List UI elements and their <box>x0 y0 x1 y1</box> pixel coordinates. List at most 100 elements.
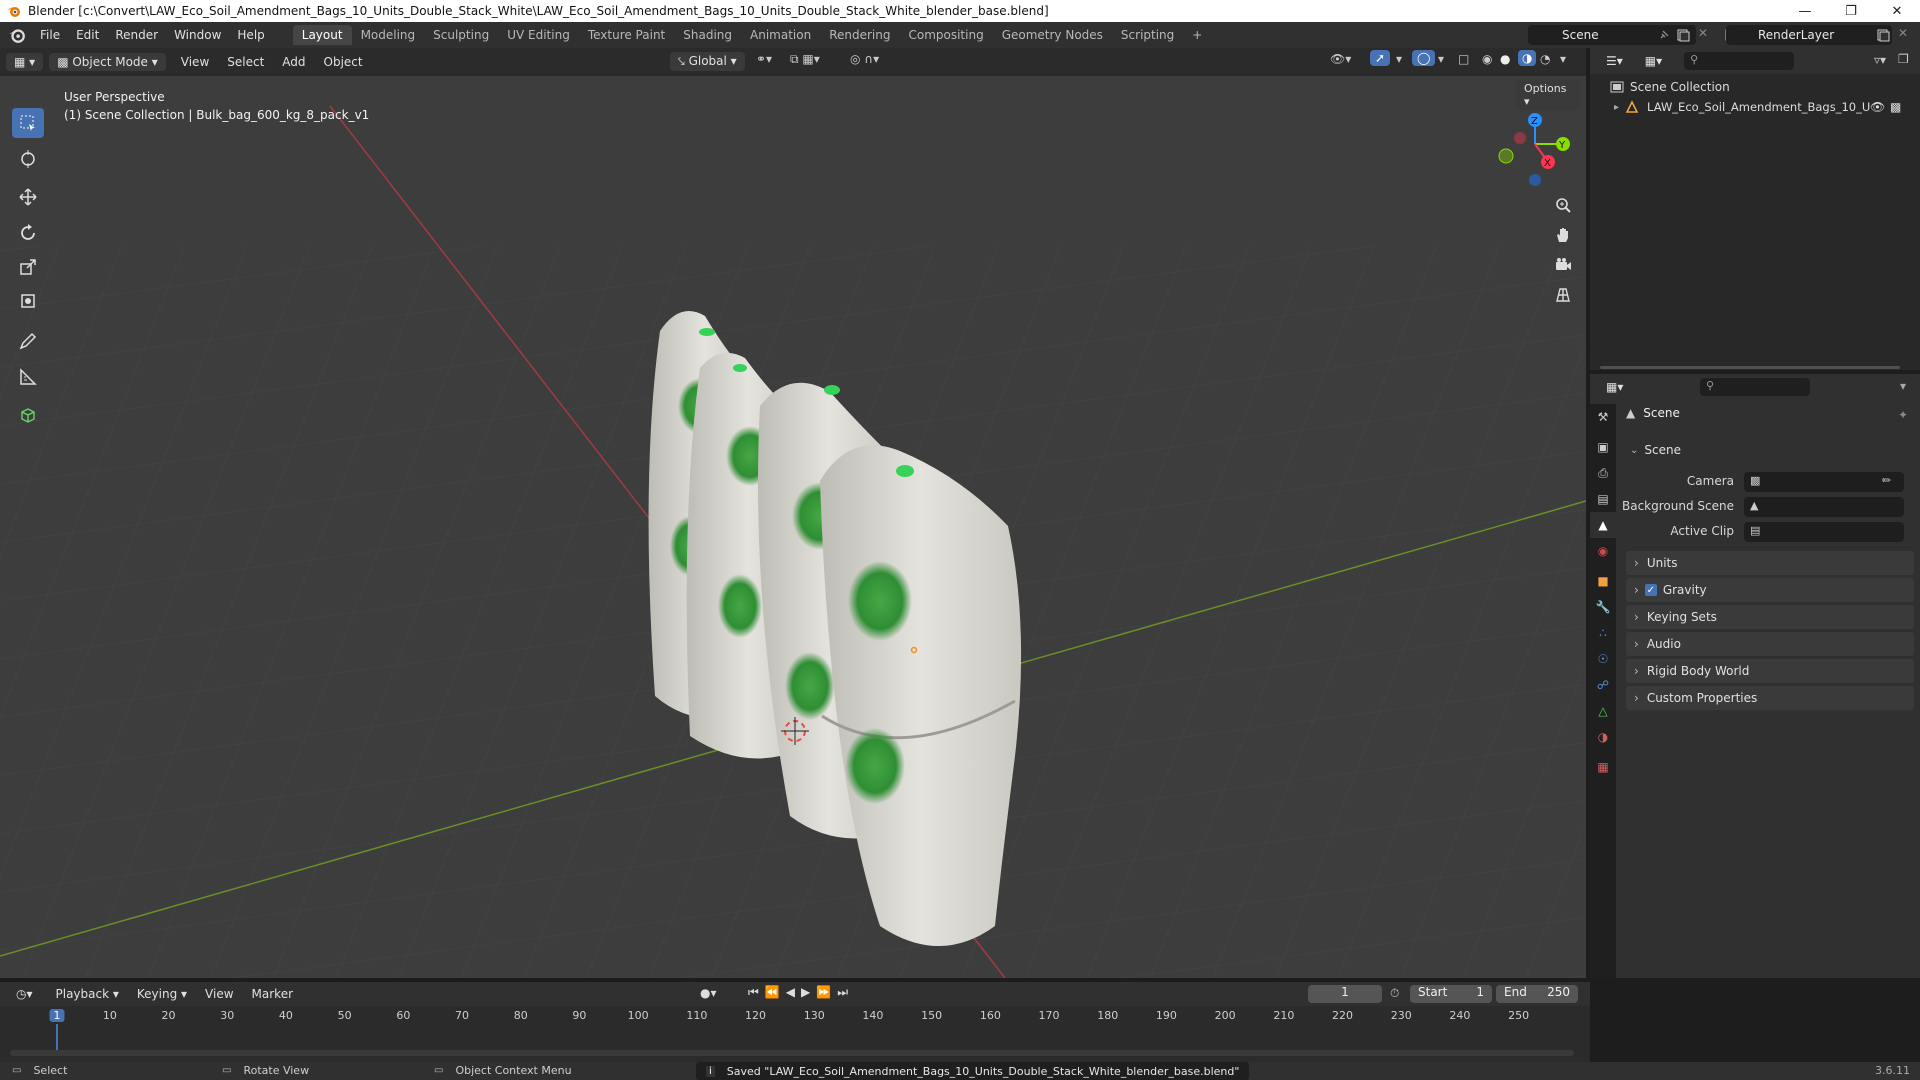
pin-icon[interactable] <box>1658 29 1670 41</box>
annotate-tool[interactable] <box>12 326 44 356</box>
world-tab-icon[interactable]: ◉ <box>1590 538 1616 564</box>
transform-tool[interactable] <box>12 286 44 316</box>
tab-modeling[interactable]: Modeling <box>352 25 425 45</box>
menu-keying[interactable]: Keying ▾ <box>128 987 196 1001</box>
menu-playback[interactable]: Playback ▾ <box>47 987 128 1001</box>
perspective-toggle-button[interactable] <box>1550 282 1576 308</box>
next-keyframe-icon[interactable]: ⏩ <box>816 985 837 999</box>
tab-scripting[interactable]: Scripting <box>1112 25 1183 45</box>
menu-select[interactable]: Select <box>218 55 273 69</box>
tab-geometry-nodes[interactable]: Geometry Nodes <box>993 25 1112 45</box>
menu-add[interactable]: Add <box>273 55 314 69</box>
units-panel-header[interactable]: › Units <box>1626 551 1914 575</box>
gravity-panel-header[interactable]: › ✓ Gravity <box>1626 578 1914 602</box>
eye-visibility-icon[interactable]: 👁 <box>1870 100 1885 114</box>
active-clip-field[interactable]: ▤ <box>1744 522 1904 542</box>
pin-icon[interactable]: ✦ <box>1898 408 1908 422</box>
restore-icon[interactable]: ❐ <box>1828 0 1874 22</box>
add-cube-tool[interactable] <box>12 400 44 430</box>
rigid-body-world-panel-header[interactable]: › Rigid Body World <box>1626 659 1914 683</box>
blender-menu-icon[interactable] <box>8 26 26 44</box>
measure-tool[interactable] <box>12 362 44 392</box>
camera-field[interactable]: ▩ ✏ <box>1744 472 1904 492</box>
menu-object[interactable]: Object <box>315 55 372 69</box>
scene-tab-icon[interactable]: ▲ <box>1590 512 1616 538</box>
proportional-edit-icon[interactable]: ◎ ∩▾ <box>850 52 879 66</box>
menu-timeline-view[interactable]: View <box>196 987 242 1001</box>
outliner-editor-type-icon[interactable]: ☰▾ <box>1598 52 1631 70</box>
delete-scene-icon[interactable]: ✕ <box>1698 26 1708 40</box>
end-frame-field[interactable]: End 250 <box>1496 985 1578 1003</box>
stopwatch-icon[interactable]: ⏱ <box>1390 986 1399 1001</box>
camera-view-button[interactable] <box>1550 252 1576 278</box>
gravity-checkbox[interactable]: ✓ <box>1644 584 1657 596</box>
display-mode-icon[interactable]: ▦▾ <box>1637 52 1670 70</box>
tab-layout[interactable]: Layout <box>292 25 352 45</box>
overlays-toggle-icon[interactable]: ◯ <box>1412 50 1436 66</box>
scale-tool[interactable] <box>12 252 44 282</box>
menu-marker[interactable]: Marker <box>243 987 302 1001</box>
menu-window[interactable]: Window <box>166 28 229 42</box>
rendered-shading-icon[interactable]: ◔ <box>1540 52 1550 66</box>
tool-tab-icon[interactable]: ⚒ <box>1590 404 1616 430</box>
expand-arrow-icon[interactable]: ▸ <box>1614 102 1619 113</box>
data-tab-icon[interactable]: △ <box>1590 698 1616 724</box>
menu-help[interactable]: Help <box>229 28 272 42</box>
remove-view-layer-icon[interactable]: ✕ <box>1898 26 1908 40</box>
prev-keyframe-icon[interactable]: ⏪ <box>765 985 786 999</box>
play-reverse-icon[interactable]: ◀ <box>786 985 801 999</box>
tab-sculpting[interactable]: Sculpting <box>424 25 498 45</box>
material-tab-icon[interactable]: ◑ <box>1590 724 1616 750</box>
menu-render[interactable]: Render <box>107 28 166 42</box>
transform-orientation-dropdown[interactable]: ⤥ Global ▾ <box>670 52 745 71</box>
properties-search-input[interactable]: ⚲ <box>1700 378 1810 396</box>
modifier-tab-icon[interactable]: 🔧 <box>1590 594 1616 620</box>
play-icon[interactable]: ▶ <box>801 985 816 999</box>
mode-dropdown[interactable]: ▩ Object Mode ▾ <box>49 53 166 71</box>
physics-tab-icon[interactable]: ☉ <box>1590 646 1616 672</box>
gizmo-toggle-icon[interactable]: ➚ <box>1370 50 1391 66</box>
wireframe-shading-icon[interactable]: ◉ <box>1482 52 1492 66</box>
start-frame-field[interactable]: Start 1 <box>1410 985 1492 1003</box>
editor-type-dropdown[interactable]: ▦ ▾ <box>6 53 44 71</box>
constraints-tab-icon[interactable]: ☍ <box>1590 672 1616 698</box>
options-dropdown[interactable]: Options ▾ <box>1516 80 1580 110</box>
status-report-message[interactable]: i Saved "LAW_Eco_Soil_Amendment_Bags_10_… <box>696 1062 1250 1080</box>
shading-dropdown-icon[interactable]: ▾ <box>1560 52 1566 66</box>
particles-tab-icon[interactable]: ∴ <box>1590 620 1616 646</box>
render-layer-field[interactable]: RenderLayer <box>1726 25 1892 45</box>
scene-name-field[interactable]: Scene <box>1528 25 1696 45</box>
tab-uv-editing[interactable]: UV Editing <box>498 25 579 45</box>
add-workspace-button[interactable]: + <box>1183 25 1211 45</box>
render-camera-icon[interactable]: ▩ <box>1890 100 1901 114</box>
timeline-ruler[interactable]: 1 10 20 30 40 50 60 70 80 90 100 110 120 130 140 150 160… <box>0 1006 1590 1054</box>
outliner-scrollbar[interactable] <box>1600 366 1900 369</box>
texture-tab-icon[interactable]: ▦ <box>1590 754 1616 780</box>
close-icon[interactable]: ✕ <box>1874 0 1920 22</box>
zoom-view-button[interactable] <box>1550 192 1576 218</box>
new-scene-icon[interactable] <box>1676 28 1690 42</box>
menu-edit[interactable]: Edit <box>68 28 107 42</box>
snap-icon[interactable]: ⧉ ▦▾ <box>790 52 820 67</box>
rotate-tool[interactable] <box>12 218 44 248</box>
outliner-search-input[interactable]: ⚲ <box>1684 52 1795 70</box>
menu-file[interactable]: File <box>32 28 68 42</box>
scene-panel-header[interactable]: ⌄ Scene <box>1626 438 1914 462</box>
tab-texture-paint[interactable]: Texture Paint <box>579 25 674 45</box>
custom-properties-panel-header[interactable]: › Custom Properties <box>1626 686 1914 710</box>
timeline-scrollbar[interactable] <box>10 1050 1574 1056</box>
solid-shading-icon[interactable]: ● <box>1500 52 1510 66</box>
filter-icon[interactable]: ▿▾ <box>1874 53 1886 67</box>
gizmo-dropdown-icon[interactable]: ▾ <box>1396 52 1402 66</box>
keying-sets-panel-header[interactable]: › Keying Sets <box>1626 605 1914 629</box>
overlays-dropdown-icon[interactable]: ▾ <box>1438 52 1444 66</box>
object-tab-icon[interactable]: ■ <box>1590 568 1616 594</box>
cursor-tool[interactable] <box>12 144 44 174</box>
outliner-root-row[interactable]: Scene Collection <box>1610 80 1730 94</box>
xray-toggle-icon[interactable]: □ <box>1458 52 1469 66</box>
select-box-tool[interactable] <box>12 108 44 138</box>
tab-shading[interactable]: Shading <box>674 25 741 45</box>
audio-panel-header[interactable]: › Audio <box>1626 632 1914 656</box>
new-view-layer-icon[interactable] <box>1876 28 1890 42</box>
output-tab-icon[interactable]: ⎙ <box>1590 460 1616 486</box>
